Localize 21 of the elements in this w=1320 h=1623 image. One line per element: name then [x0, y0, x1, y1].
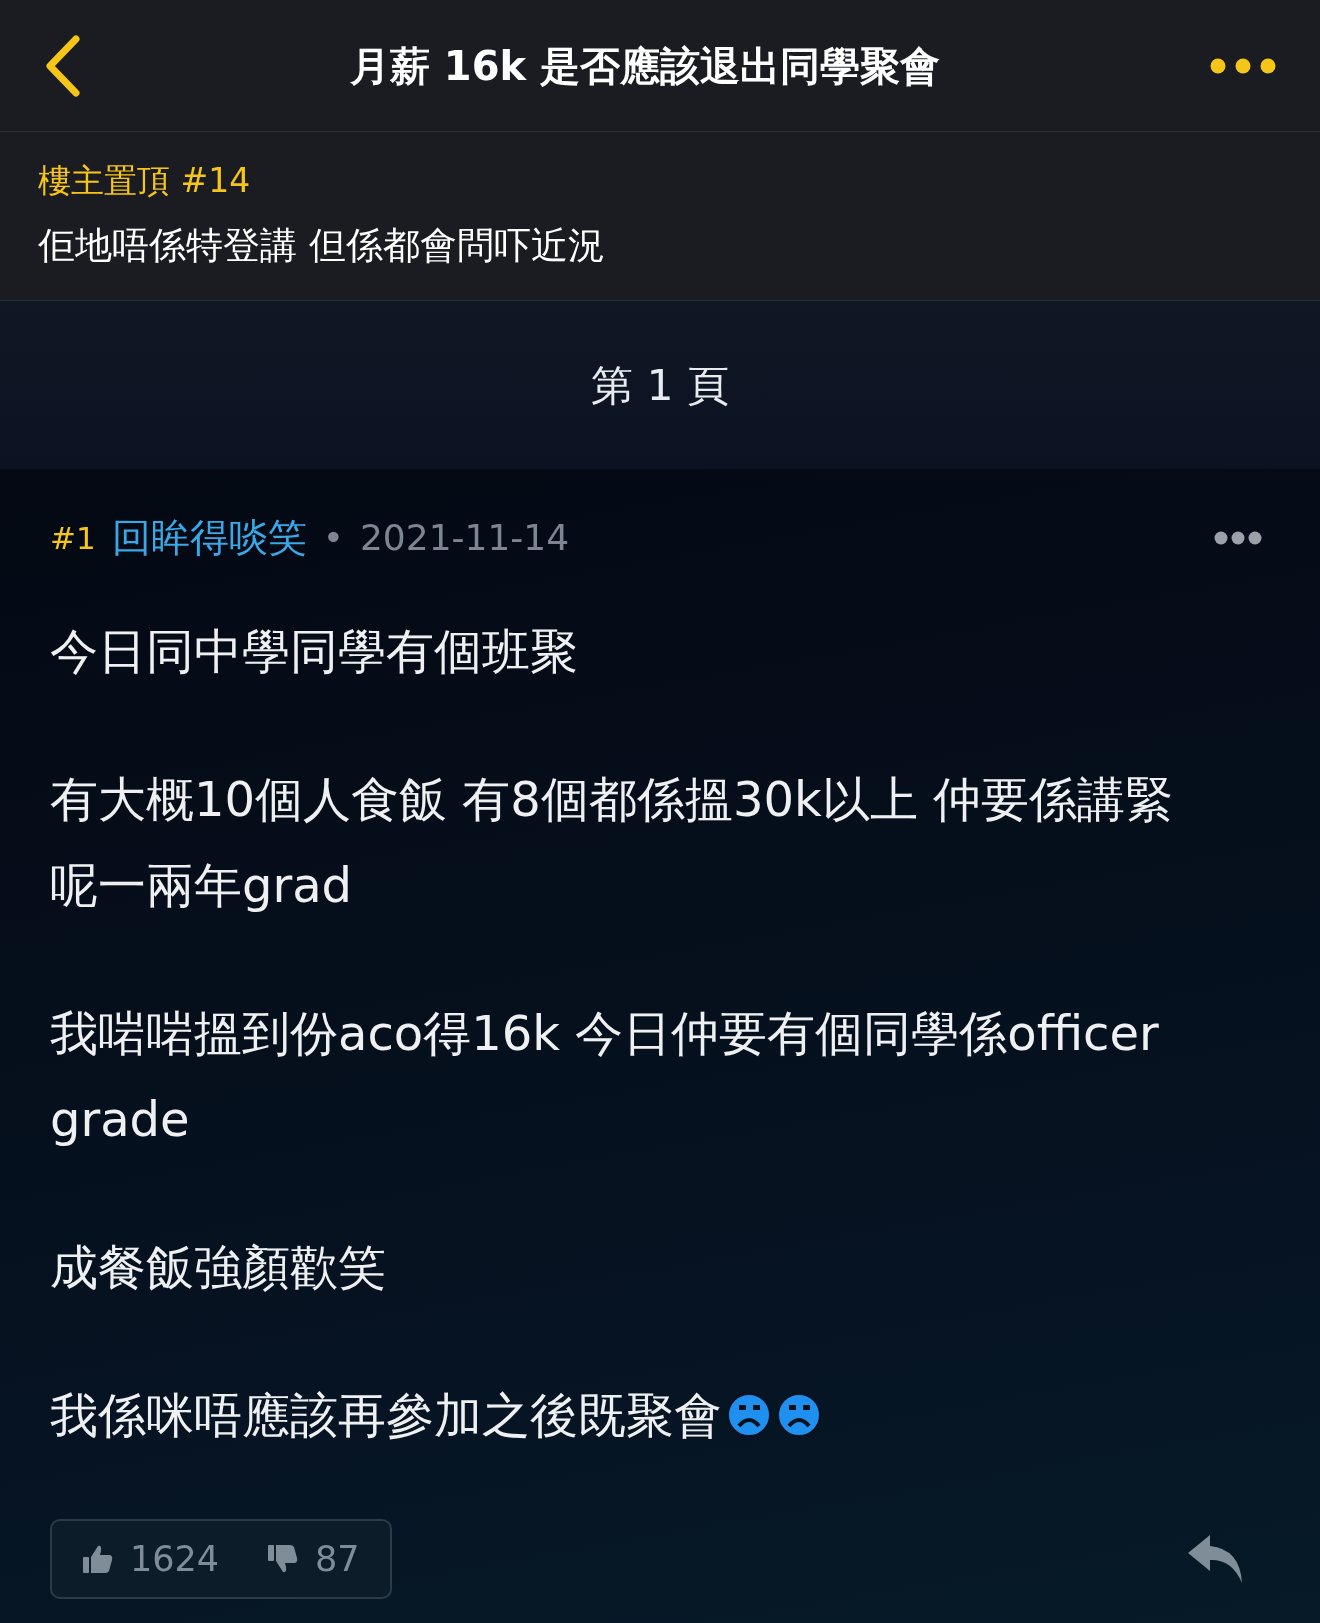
floor-number: #1 — [50, 519, 96, 558]
thumbs-down-icon[interactable] — [267, 1542, 300, 1575]
post-date: 2021-11-14 — [359, 516, 570, 561]
post-paragraph: 成餐飯強顏歡笑 — [50, 1237, 386, 1297]
back-icon[interactable] — [44, 34, 80, 97]
dislike-count: 87 — [315, 1537, 360, 1581]
sad-face-icon — [726, 1391, 772, 1438]
separator-dot: • — [322, 516, 344, 561]
page-label: 第 1 頁 — [591, 359, 729, 412]
like-count: 1624 — [130, 1537, 220, 1581]
pinned-text[interactable]: 佢地唔係特登講 但係都會問吓近況 — [38, 217, 1282, 273]
author-name[interactable]: 回眸得啖笑 — [111, 509, 307, 568]
sad-face-icon — [776, 1391, 822, 1438]
more-icon[interactable] — [1214, 531, 1262, 546]
thread-title: 月薪 16k 是否應該退出同學聚會 — [349, 41, 941, 91]
more-icon[interactable] — [1210, 57, 1276, 74]
post-paragraph: 今日同中學同學有個班聚 — [50, 621, 578, 681]
pinned-label: 樓主置頂 #14 — [38, 160, 252, 202]
post-paragraph: 有大概10個人食飯 有8個都係搵30k以上 仲要係講緊呢一兩年grad — [50, 769, 1174, 915]
post-paragraph: 我啱啱搵到份aco得16k 今日仲要有個同學係officer grade — [50, 1003, 1160, 1149]
post-paragraph: 我係咪唔應該再參加之後既聚會 — [50, 1385, 722, 1445]
